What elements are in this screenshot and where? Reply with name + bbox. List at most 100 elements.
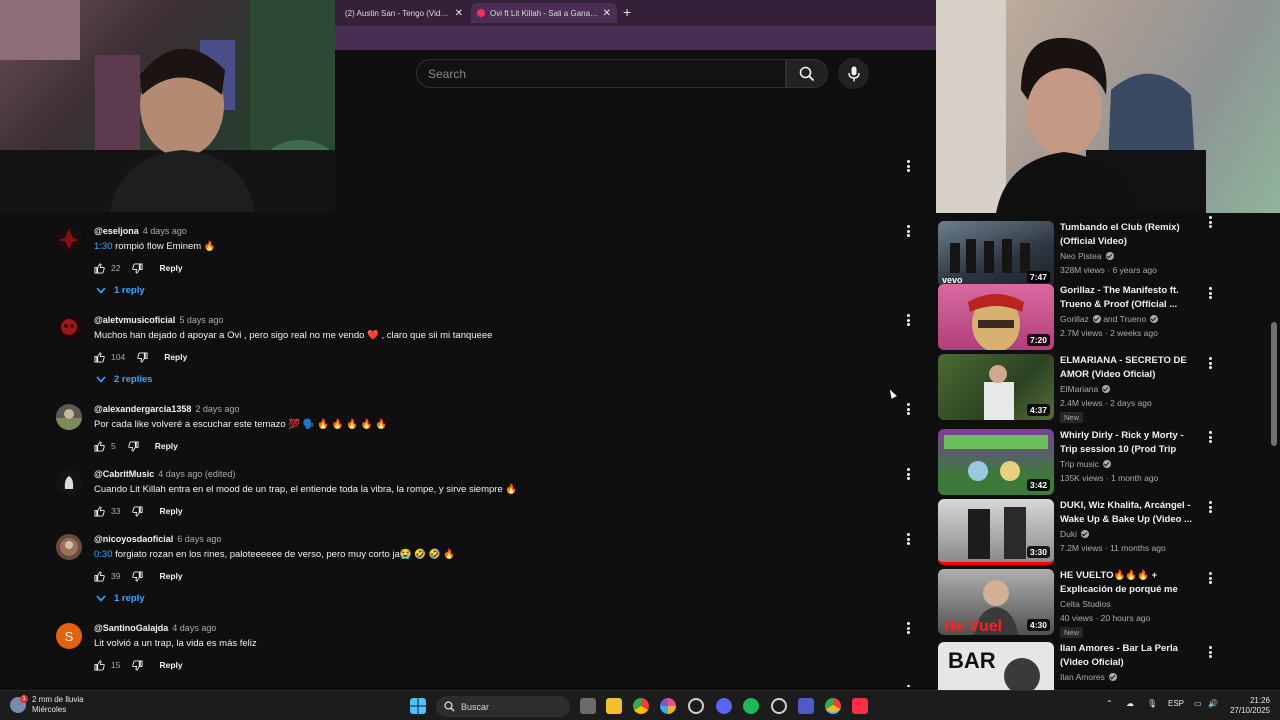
video-title[interactable]: Ilan Amores - Bar La Perla (Video Oficia… (1060, 642, 1198, 669)
comment-more-icon[interactable] (902, 401, 914, 417)
view-replies-button[interactable]: 2 replies (96, 374, 153, 385)
channel-name[interactable]: Celta Studios (1060, 599, 1111, 609)
like-icon[interactable] (94, 440, 105, 452)
dislike-icon[interactable] (137, 351, 148, 363)
video-title[interactable]: Tumbando el Club (Remix) (Official Video… (1060, 221, 1198, 248)
video-title[interactable]: Whirly Dirly - Rick y Morty - Trip sessi… (1060, 429, 1198, 457)
new-tab-icon[interactable]: + (623, 4, 631, 20)
volume-icon[interactable]: 🔊 (1208, 699, 1218, 708)
avatar[interactable] (56, 469, 82, 495)
comment-more-icon[interactable] (902, 683, 914, 689)
more-actions-icon[interactable] (902, 158, 914, 174)
reply-button[interactable]: Reply (164, 352, 187, 362)
dislike-icon[interactable] (132, 570, 144, 582)
spotify-icon[interactable] (743, 698, 759, 714)
video-more-icon[interactable] (1204, 499, 1216, 515)
weather-widget[interactable]: 1 2 mm de lluvia Miércoles (10, 695, 84, 715)
music-icon[interactable] (852, 698, 868, 714)
avatar[interactable] (56, 404, 82, 430)
video-more-icon[interactable] (1204, 570, 1216, 586)
comment-timestamp-link[interactable]: 0:30 (94, 549, 113, 560)
language-indicator[interactable]: ESP (1168, 699, 1184, 708)
browser-tab-active[interactable]: Ovi ft Lit Killah - Sali a Ganarme ✕ (471, 3, 617, 23)
recommended-video[interactable]: 4:37 ELMARIANA - SECRETO DE AMOR (Video … (938, 354, 1218, 423)
dislike-icon[interactable] (132, 505, 144, 517)
like-icon[interactable] (94, 659, 105, 671)
channel-name[interactable]: Trip music (1060, 459, 1111, 469)
video-more-icon[interactable] (1204, 355, 1216, 371)
view-replies-button[interactable]: 1 reply (96, 593, 145, 604)
comment-author[interactable]: @SantinoGalajda (94, 623, 168, 633)
avatar[interactable] (56, 315, 82, 341)
reply-button[interactable]: Reply (155, 441, 178, 451)
microphone-icon[interactable]: 🎙 (1147, 699, 1157, 708)
comment-more-icon[interactable] (902, 466, 914, 482)
video-thumbnail[interactable]: 7:20 (938, 284, 1054, 350)
avatar[interactable]: S (56, 623, 82, 649)
comment-author[interactable]: @alexandergarcia1358 (94, 404, 191, 414)
video-thumbnail[interactable]: 3:42 (938, 429, 1054, 495)
avatar[interactable] (56, 226, 82, 252)
video-thumbnail[interactable]: 4:37 (938, 354, 1054, 420)
windows-start-icon[interactable] (410, 698, 426, 714)
cloud-icon[interactable]: ☁ (1126, 699, 1134, 708)
app-icon[interactable] (771, 698, 787, 714)
video-thumbnail[interactable]: He Vuel 4:30 (938, 569, 1054, 635)
recommended-video[interactable]: He Vuel 4:30 HE VUELTO🔥🔥🔥 + Explicación … (938, 569, 1218, 638)
comment-author[interactable]: @aletvmusicoficial (94, 315, 175, 325)
search-input[interactable] (417, 60, 785, 87)
close-tab-icon[interactable]: ✕ (455, 8, 463, 19)
comment-author[interactable]: @nicoyosdaoficial (94, 534, 173, 544)
app-icon[interactable] (660, 698, 676, 714)
scrollbar-thumb[interactable] (1271, 322, 1277, 446)
comment-more-icon[interactable] (902, 223, 914, 239)
comment-time[interactable]: 5 days ago (179, 315, 223, 325)
reply-button[interactable]: Reply (159, 506, 182, 516)
app-icon[interactable] (688, 698, 704, 714)
reply-button[interactable]: Reply (159, 263, 182, 273)
comment-more-icon[interactable] (902, 312, 914, 328)
recommended-video[interactable]: BAR Ilan Amores - Bar La Perla (Video Of… (938, 642, 1218, 690)
comment-time[interactable]: 2 days ago (195, 404, 239, 414)
channel-name[interactable]: ElMariana (1060, 384, 1111, 394)
recommended-video[interactable]: 3:30 DUKI, Wiz Khalifa, Arcángel - Wake … (938, 499, 1218, 565)
dislike-icon[interactable] (132, 262, 144, 274)
like-icon[interactable] (94, 570, 105, 582)
file-explorer-icon[interactable] (606, 698, 622, 714)
video-more-icon[interactable] (1204, 644, 1216, 660)
close-tab-icon[interactable]: ✕ (603, 8, 611, 19)
comment-more-icon[interactable] (902, 531, 914, 547)
recommended-video[interactable]: 3:42 Whirly Dirly - Rick y Morty - Trip … (938, 429, 1218, 495)
like-icon[interactable] (94, 351, 105, 363)
dislike-icon[interactable] (132, 659, 144, 671)
reply-button[interactable]: Reply (159, 571, 182, 581)
reply-button[interactable]: Reply (159, 660, 182, 670)
taskbar-search[interactable]: Buscar (436, 696, 570, 717)
video-thumbnail[interactable]: 3:30 (938, 499, 1054, 565)
recommended-video[interactable]: 7:20 Gorillaz - The Manifesto ft. Trueno… (938, 284, 1218, 350)
chrome-active-icon[interactable] (825, 698, 841, 714)
channel-name[interactable]: Gorillaz and Trueno (1060, 314, 1159, 324)
voice-search-button[interactable] (838, 58, 869, 89)
video-more-icon[interactable] (1204, 214, 1216, 230)
discord-icon[interactable] (716, 698, 732, 714)
dislike-icon[interactable] (128, 440, 139, 452)
video-thumbnail[interactable]: BAR (938, 642, 1054, 690)
comment-time[interactable]: 4 days ago (edited) (158, 469, 235, 479)
avatar[interactable] (56, 534, 82, 560)
comment-more-icon[interactable] (902, 620, 914, 636)
search-button[interactable] (786, 59, 828, 88)
system-clock[interactable]: 21:26 27/10/2025 (1222, 696, 1270, 716)
like-icon[interactable] (94, 262, 105, 274)
chrome-icon[interactable] (633, 698, 649, 714)
comment-timestamp-link[interactable]: 1:30 (94, 241, 113, 252)
recommended-video[interactable]: vevo 7:47 Tumbando el Club (Remix) (Offi… (938, 221, 1218, 287)
video-thumbnail[interactable]: vevo 7:47 (938, 221, 1054, 287)
task-view-icon[interactable] (580, 698, 596, 714)
comment-time[interactable]: 4 days ago (172, 623, 216, 633)
tray-overflow-icon[interactable]: ⌃ (1106, 699, 1113, 708)
video-title[interactable]: HE VUELTO🔥🔥🔥 + Explicación de porqué me … (1060, 569, 1198, 597)
comment-time[interactable]: 4 days ago (143, 226, 187, 236)
video-more-icon[interactable] (1204, 429, 1216, 445)
channel-name[interactable]: Duki (1060, 529, 1090, 539)
